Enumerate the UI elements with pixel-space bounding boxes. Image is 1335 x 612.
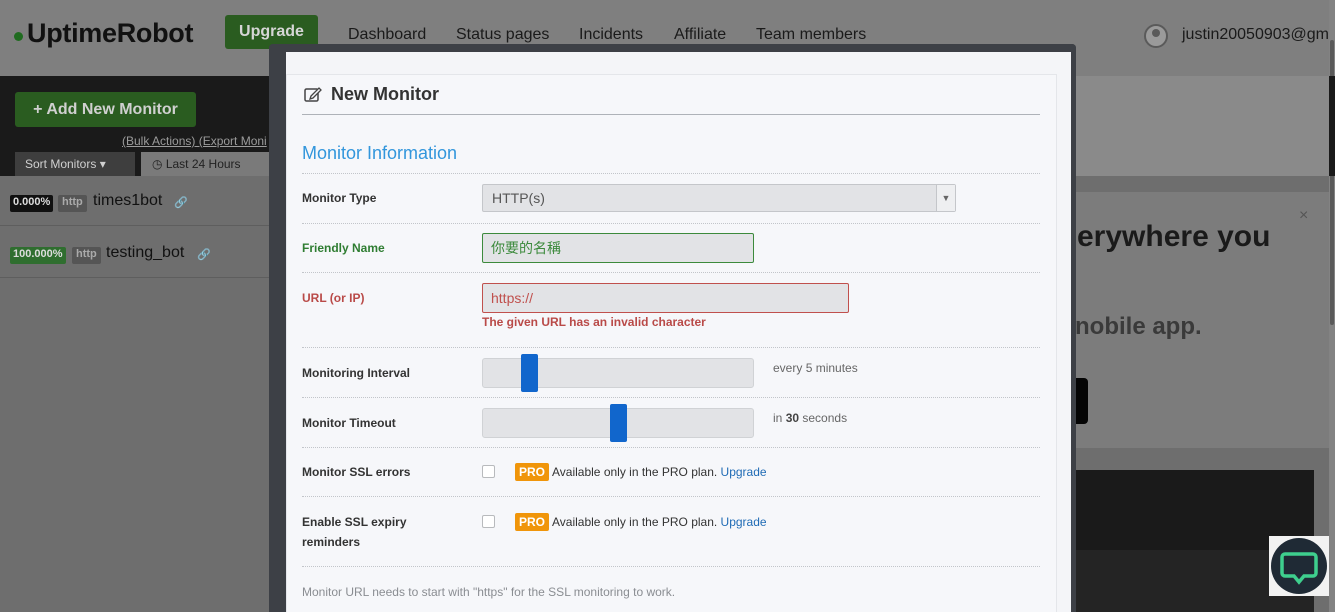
uptime-badge: 0.000% [10,195,54,212]
monitor-row[interactable]: 0.000% http times1bot 🔗 [0,176,270,226]
timeout-prefix: in [773,411,786,425]
row-divider [302,223,1040,224]
pro-notice-text: Available only in the PRO plan. [552,515,721,529]
right-panel-header [1071,76,1329,176]
row-divider [302,347,1040,348]
modal-title: New Monitor [304,84,439,105]
type-badge: http [72,247,101,264]
chat-bubble-bg [1271,538,1327,594]
bulk-actions-links[interactable]: (Bulk Actions) (Export Moni [122,134,267,148]
ssl-footnote: Monitor URL needs to start with "https" … [302,585,676,599]
monitor-timeout-label: Monitor Timeout [302,416,396,430]
interval-readout: every 5 minutes [773,361,858,375]
logo-text: UptimeRobot [27,18,194,48]
pro-badge: PRO [515,513,549,531]
friendly-name-label: Friendly Name [302,241,385,255]
type-badge: http [58,195,87,212]
timeout-suffix: seconds [799,411,848,425]
caret-down-icon: ▾ [99,157,106,171]
monitor-name[interactable]: testing_bot [106,244,184,262]
row-divider [302,566,1040,567]
chat-widget-button[interactable] [1269,536,1329,596]
close-icon[interactable]: × [1299,207,1308,225]
interval-suffix: minutes [812,361,858,375]
nav-team-members[interactable]: Team members [756,26,866,44]
pro-notice: Available only in the PRO plan. Upgrade [552,465,767,479]
timeout-value: 30 [785,411,800,425]
nav-status-pages[interactable]: Status pages [456,26,549,44]
clock-icon: ◷ [152,157,163,171]
monitor-row[interactable]: 100.000% http testing_bot 🔗 [0,228,270,278]
upgrade-link[interactable]: Upgrade [721,515,767,529]
sort-label: Sort Monitors [25,157,97,171]
monitor-list: 0.000% http times1bot 🔗 100.000% http te… [0,176,270,612]
url-label: URL (or IP) [302,291,365,305]
row-divider [302,397,1040,398]
slider-handle[interactable] [521,354,538,392]
ssl-expiry-label-line1: Enable SSL expiry [302,515,407,529]
user-avatar-icon[interactable] [1144,24,1168,48]
link-icon[interactable]: 🔗 [197,248,211,261]
row-divider [302,496,1040,497]
link-icon[interactable]: 🔗 [174,196,188,209]
nav-affiliate[interactable]: Affiliate [674,26,726,44]
ssl-expiry-checkbox[interactable] [482,515,495,528]
uptime-badge: 100.000% [10,247,66,264]
row-divider [302,272,1040,273]
friendly-name-input[interactable] [482,233,754,263]
section-title: Monitor Information [302,143,458,163]
chat-icon [1280,552,1318,585]
pro-notice: Available only in the PRO plan. Upgrade [552,515,767,529]
timeout-readout: in 30 seconds [773,411,847,425]
ssl-expiry-label-line2: reminders [302,535,361,549]
promo-headline: erywhere you [1077,220,1271,253]
monitor-name[interactable]: times1bot [93,192,162,210]
monitor-type-value: HTTP(s) [492,190,545,206]
logo-dot-icon [14,32,23,41]
nav-dashboard[interactable]: Dashboard [348,26,426,44]
add-new-monitor-button[interactable]: + Add New Monitor [15,92,196,127]
ssl-errors-label: Monitor SSL errors [302,465,411,479]
ssl-expiry-label: Enable SSL expiry reminders [302,512,407,552]
row-divider [302,173,1040,174]
nav-incidents[interactable]: Incidents [579,26,643,44]
upgrade-link[interactable]: Upgrade [721,465,767,479]
sort-monitors-dropdown[interactable]: Sort Monitors ▾ [15,152,135,176]
promo-subline: nobile app. [1075,313,1202,340]
user-email[interactable]: justin20050903@gm [1182,26,1329,44]
title-divider [302,114,1040,115]
url-input[interactable] [482,283,849,313]
edit-icon [304,87,322,102]
monitor-type-select[interactable]: HTTP(s) ▼ [482,184,956,212]
dropdown-arrow-icon[interactable]: ▼ [936,185,955,211]
modal-title-text: New Monitor [331,84,439,104]
row-divider [302,447,1040,448]
monitoring-interval-label: Monitoring Interval [302,366,410,380]
period-label: Last 24 Hours [165,157,241,171]
monitoring-interval-slider[interactable] [482,354,754,392]
ssl-errors-checkbox[interactable] [482,465,495,478]
url-error-message: The given URL has an invalid character [482,315,706,329]
interval-prefix: every [773,361,806,375]
logo[interactable]: UptimeRobot [14,18,193,49]
pro-badge: PRO [515,463,549,481]
monitor-type-label: Monitor Type [302,191,377,205]
slider-handle[interactable] [610,404,627,442]
period-selector[interactable]: ◷ Last 24 Hours [141,152,271,176]
monitor-timeout-slider[interactable] [482,404,754,442]
pro-notice-text: Available only in the PRO plan. [552,465,721,479]
